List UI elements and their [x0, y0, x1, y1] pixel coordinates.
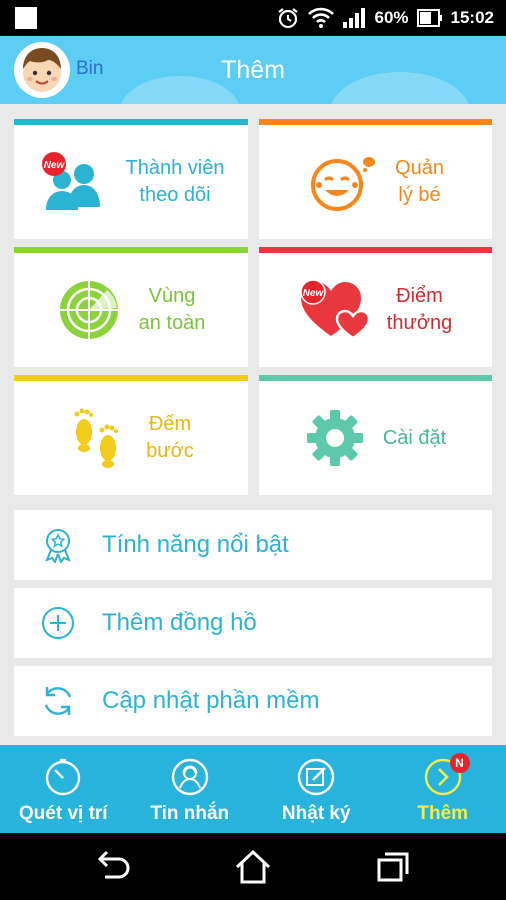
edit-icon [298, 758, 335, 796]
notification-badge: N [449, 753, 470, 773]
featured-features-row[interactable]: Tính năng nổi bật [14, 510, 492, 580]
refresh-icon [44, 687, 72, 715]
nav-more[interactable]: N Thêm [380, 745, 506, 833]
baby-face-icon [311, 157, 376, 211]
tile-reward-points[interactable]: New Điểm thưởng [259, 247, 492, 367]
footprints-icon [74, 408, 119, 468]
featured-features-label: Tính năng nổi bật [102, 531, 289, 558]
tile-members-label: Thành viên theo dõi [125, 157, 225, 206]
tile-members[interactable]: New Thành viên theo dõi [14, 119, 248, 239]
family-members-icon: New [41, 152, 100, 210]
signal-icon [343, 8, 366, 28]
page-title: Thêm [221, 56, 285, 84]
home-icon[interactable] [233, 847, 273, 887]
award-icon [45, 529, 71, 563]
chat-avatar-icon [171, 758, 208, 796]
wifi-icon [308, 7, 335, 28]
tile-settings-label: Cài đặt [382, 426, 447, 449]
software-update-label: Cập nhật phần mềm [102, 687, 320, 714]
nav-messages[interactable]: Tin nhắn [127, 745, 254, 833]
tile-step-counter[interactable]: Đếm bước [14, 375, 248, 495]
gear-icon [306, 410, 363, 466]
clock: 15:02 [450, 8, 494, 27]
tile-step-counter-label: Đếm bước [146, 413, 194, 462]
nav-more-label: Thêm [417, 803, 469, 824]
bottom-nav: Quét vị trí Tin nhắn Nhật ký N Thêm [0, 745, 506, 833]
hearts-icon: New [300, 280, 369, 340]
nav-journal-label: Nhật ký [281, 803, 351, 824]
nav-scan-location[interactable]: Quét vị trí [0, 745, 127, 833]
svg-text:New: New [43, 160, 65, 171]
add-watch-label: Thêm đồng hồ [102, 609, 257, 636]
radar-icon [59, 281, 118, 339]
tile-settings[interactable]: Cài đặt [259, 375, 492, 495]
tile-child-management-label: Quản lý bé [395, 157, 444, 206]
stopwatch-icon [46, 758, 81, 796]
battery-icon [416, 9, 442, 27]
add-watch-row[interactable]: Thêm đồng hồ [14, 588, 492, 658]
tile-reward-points-label: Điểm thưởng [386, 285, 453, 334]
battery-level: 60% [374, 8, 409, 27]
app-header: Bin Thêm [0, 36, 506, 104]
back-icon[interactable] [93, 847, 133, 887]
recent-apps-icon[interactable] [373, 847, 413, 887]
nav-messages-label: Tin nhắn [150, 803, 230, 824]
status-bar: 60% 15:02 [0, 0, 506, 36]
tile-safe-zone[interactable]: Vùng an toàn [14, 247, 248, 367]
tile-safe-zone-label: Vùng an toàn [138, 285, 206, 334]
nav-journal[interactable]: Nhật ký [253, 745, 380, 833]
svg-text:New: New [303, 288, 325, 299]
system-nav-bar [0, 833, 506, 900]
notification-icon [15, 7, 37, 29]
nav-scan-location-label: Quét vị trí [18, 803, 108, 824]
plus-circle-icon [42, 607, 74, 639]
alarm-icon [278, 8, 299, 29]
software-update-row[interactable]: Cập nhật phần mềm [14, 666, 492, 736]
tile-child-management[interactable]: Quản lý bé [259, 119, 492, 239]
